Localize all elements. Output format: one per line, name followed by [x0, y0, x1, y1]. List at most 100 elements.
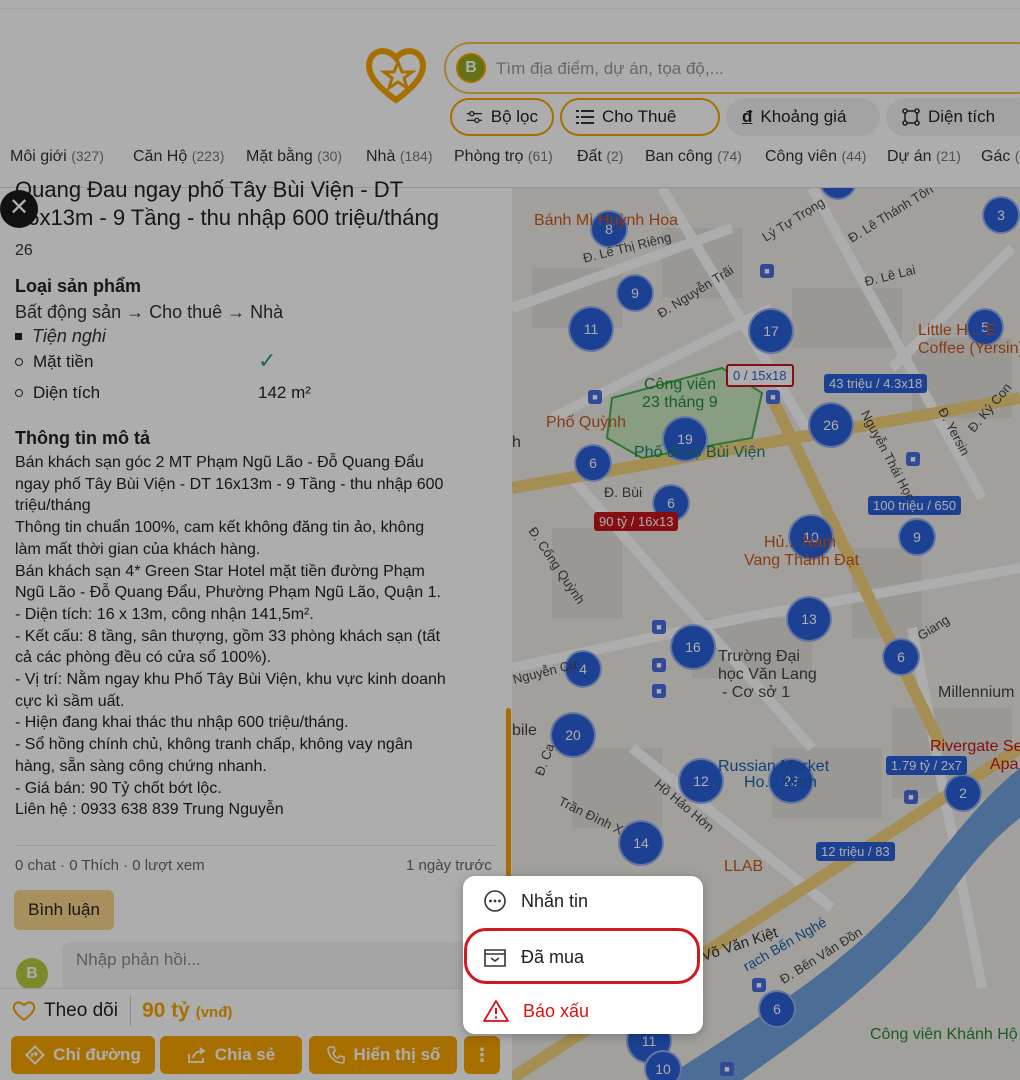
- description-line: - Giá bán: 90 Tỷ chốt bớt lộc.: [15, 779, 222, 797]
- map-price-label[interactable]: 100 triệu / 650: [868, 496, 962, 515]
- map-price-label[interactable]: 0 / 15x18: [726, 364, 794, 387]
- listing-price: 90 tỷ (vnđ): [142, 999, 232, 1023]
- map-cluster[interactable]: 10: [644, 1050, 682, 1080]
- show-phone-button[interactable]: Hiển thị số: [309, 1036, 457, 1074]
- divider: [130, 996, 131, 1026]
- phone-icon: [326, 1046, 345, 1064]
- tab-count: (74): [717, 148, 742, 164]
- list-icon: [576, 110, 594, 124]
- tab-name: Dự án: [887, 148, 932, 165]
- map-place-label: Bánh Mì Huỳnh Hoa: [534, 212, 679, 229]
- map-cluster[interactable]: 3: [982, 196, 1020, 234]
- area-button[interactable]: Diện tích: [886, 98, 1020, 136]
- price-range-label: Khoảng giá: [760, 107, 847, 126]
- map-cluster[interactable]: 9: [616, 274, 654, 312]
- tab-nha[interactable]: Nhà (184): [366, 148, 433, 166]
- listing-title-line: 16x13m - 9 Tầng - thu nhập 600 triệu/thá…: [15, 205, 439, 230]
- tab-ban-cong[interactable]: Ban công (74): [645, 148, 742, 166]
- map-cluster[interactable]: 6: [882, 638, 920, 676]
- tab-du-an[interactable]: Dự án (21): [887, 148, 961, 166]
- scrollbar[interactable]: [506, 708, 511, 888]
- price-range-button[interactable]: đ Khoảng giá: [726, 98, 880, 136]
- listing-id: 26: [15, 242, 33, 259]
- tab-count: (2): [606, 148, 624, 164]
- search-placeholder[interactable]: Tìm địa điểm, dự án, tọa độ,...: [496, 59, 724, 79]
- description-text: Bán khách sạn góc 2 MT Phạm Ngũ Lão - Đỗ…: [15, 452, 500, 821]
- map-place-label: Rivergate Se: [930, 738, 1020, 755]
- map-place-label: LLAB: [724, 858, 764, 875]
- map-street-label: Đ. Bùi: [604, 484, 643, 500]
- tab-moi-gioi[interactable]: Môi giới (327): [10, 148, 104, 166]
- map-place-label: Millennium: [938, 684, 1015, 701]
- map-cluster[interactable]: 17: [748, 308, 794, 354]
- map-place-label: bile: [512, 722, 537, 739]
- directions-icon: [25, 1045, 46, 1065]
- map-cluster[interactable]: 11: [568, 306, 614, 352]
- map-cluster[interactable]: 26: [808, 402, 854, 448]
- tab-count: (: [1014, 148, 1020, 164]
- tab-count: (21): [935, 148, 961, 164]
- follow-button[interactable]: Theo dõi: [12, 1000, 118, 1022]
- area-icon: [902, 108, 920, 126]
- follow-label: Theo dõi: [44, 1000, 118, 1021]
- filter-button[interactable]: Bộ lọc: [450, 98, 554, 136]
- area-label: Diện tích: [928, 107, 996, 126]
- tab-gac[interactable]: Gác (: [981, 148, 1019, 166]
- close-icon[interactable]: ✕: [0, 190, 38, 228]
- bus-stop-icon: ■: [652, 658, 666, 672]
- description-line: - Kết cấu: 8 tầng, sân thượng, gồm 33 ph…: [15, 627, 441, 645]
- more-vertical-icon[interactable]: ⋮: [464, 1036, 500, 1074]
- map-cluster[interactable]: 13: [786, 596, 832, 642]
- tab-count: (30): [317, 148, 343, 164]
- tab-mat-bang[interactable]: Mặt bằng (30): [246, 148, 342, 166]
- map-cluster[interactable]: 2: [944, 774, 982, 812]
- search-bar[interactable]: B Tìm địa điểm, dự án, tọa độ,...: [444, 42, 1020, 94]
- map-cluster[interactable]: 20: [550, 712, 596, 758]
- tab-name: Căn Hộ: [133, 148, 188, 165]
- share-button[interactable]: Chia sẻ: [160, 1036, 302, 1074]
- tab-name: Nhà: [366, 148, 396, 165]
- tab-can-ho[interactable]: Căn Hộ (223): [133, 148, 224, 166]
- tab-dat[interactable]: Đất (2): [577, 148, 623, 166]
- map-price-label[interactable]: 90 tỷ / 16x13: [594, 512, 679, 531]
- tab-cong-vien[interactable]: Công viên (44): [765, 148, 866, 166]
- directions-button[interactable]: Chỉ đường: [11, 1036, 155, 1074]
- tab-phong-tro[interactable]: Phòng trọ (61): [454, 148, 553, 166]
- map-cluster[interactable]: 16: [670, 624, 716, 670]
- tab-comments[interactable]: Bình luận: [14, 890, 114, 930]
- category-tabs: Môi giới (327) Căn Hộ (223) Mặt bằng (30…: [0, 144, 1020, 174]
- tab-count: (44): [841, 148, 867, 164]
- tab-name: Mặt bằng: [246, 148, 313, 165]
- description-line: ngay phố Tây Bùi Viện - DT 16x13m - 9 Tầ…: [15, 475, 444, 493]
- product-type-heading: Loại sản phẩm: [15, 276, 142, 296]
- user-avatar[interactable]: B: [456, 53, 486, 83]
- bus-stop-icon: ■: [904, 790, 918, 804]
- price-unit: (vnđ): [195, 1004, 233, 1021]
- rent-type-button[interactable]: Cho Thuê: [560, 98, 720, 136]
- avatar: B: [16, 958, 48, 990]
- tab-name: Gác: [981, 148, 1011, 165]
- map-cluster[interactable]: 6: [758, 990, 796, 1028]
- menu-item-message[interactable]: Nhắn tin: [463, 876, 703, 926]
- menu-item-report[interactable]: Báo xấu: [463, 986, 703, 1036]
- map-place-label: 23 tháng 9: [642, 394, 718, 411]
- reply-input[interactable]: Nhập phản hồi...: [62, 942, 482, 992]
- description-line: làm mất thời gian của khách hàng.: [15, 540, 261, 558]
- bus-stop-icon: ■: [720, 1062, 734, 1076]
- menu-item-label: Báo xấu: [523, 1000, 590, 1021]
- map-cluster[interactable]: 14: [618, 820, 664, 866]
- filter-label: Bộ lọc: [490, 107, 538, 126]
- map-cluster[interactable]: 6: [574, 444, 612, 482]
- amenity-label: Diện tích: [33, 383, 101, 402]
- app-logo-icon[interactable]: [364, 44, 428, 104]
- menu-item-label: Nhắn tin: [521, 890, 589, 911]
- description-line: - Hiện đang khai thác thu nhập 600 triệu…: [15, 714, 349, 732]
- map-price-label[interactable]: 12 triệu / 83: [816, 842, 895, 861]
- map-price-label[interactable]: 43 triệu / 4.3x18: [824, 374, 928, 393]
- map-price-label[interactable]: 1.79 tỷ / 2x7: [886, 756, 967, 775]
- circle-bullet-icon: [15, 358, 23, 366]
- rent-type-label: Cho Thuê: [602, 107, 677, 126]
- tab-name: Phòng trọ: [454, 148, 524, 165]
- map-place-label: Coffee (Yersin): [918, 340, 1020, 357]
- map-cluster[interactable]: 9: [898, 518, 936, 556]
